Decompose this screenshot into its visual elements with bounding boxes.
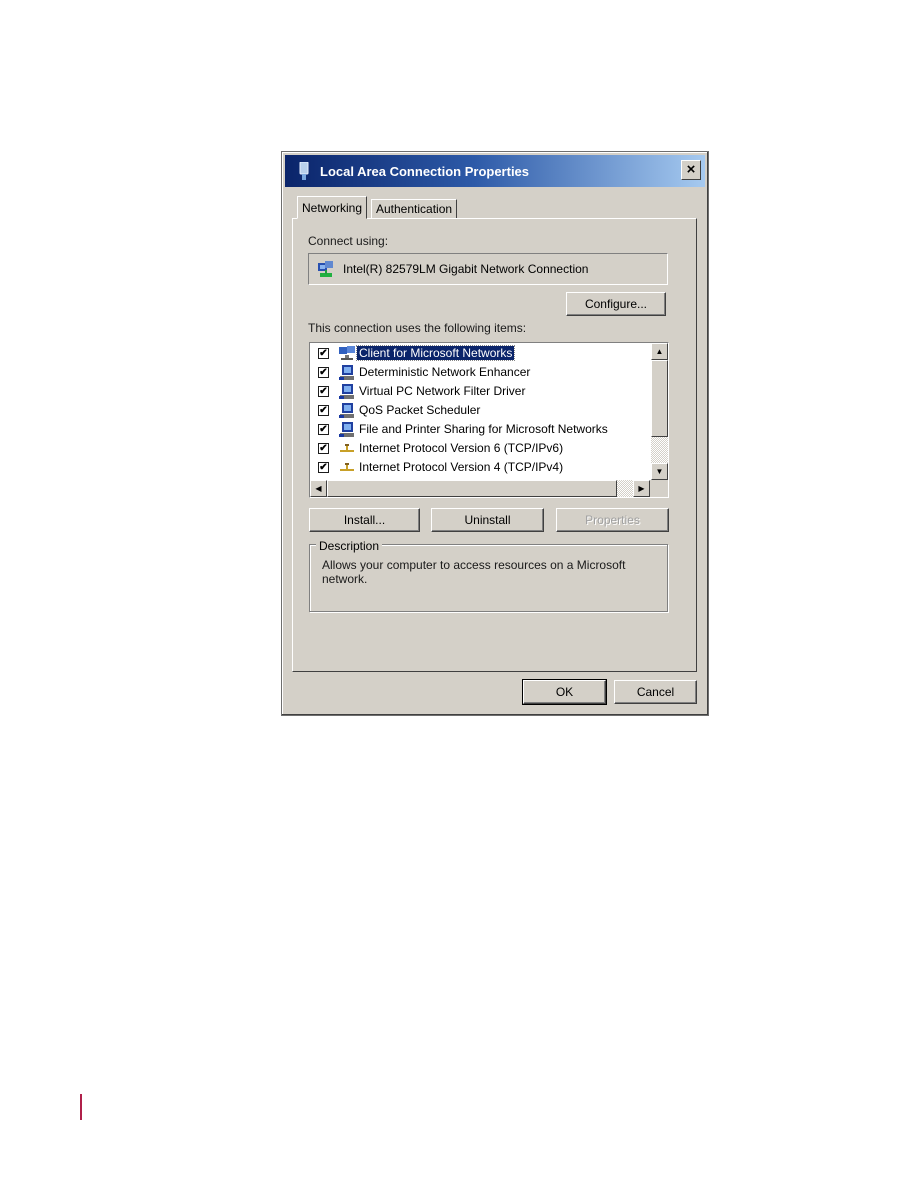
item-checkbox[interactable]: ✔ xyxy=(318,462,329,473)
cancel-button[interactable]: Cancel xyxy=(614,680,697,704)
item-label: Internet Protocol Version 4 (TCP/IPv4) xyxy=(359,460,564,474)
computer-service-icon xyxy=(339,384,354,399)
protocol-icon xyxy=(340,444,354,452)
item-checkbox[interactable]: ✔ xyxy=(318,405,329,416)
adapter-field: Intel(R) 82579LM Gigabit Network Connect… xyxy=(308,253,668,285)
vertical-scroll-thumb[interactable] xyxy=(651,360,668,437)
configure-button[interactable]: Configure... xyxy=(566,292,666,316)
item-checkbox[interactable]: ✔ xyxy=(318,443,329,454)
items-label: This connection uses the following items… xyxy=(308,321,527,335)
computer-service-icon xyxy=(339,422,354,437)
description-text: Allows your computer to access resources… xyxy=(322,558,626,586)
uninstall-button[interactable]: Uninstall xyxy=(431,508,544,532)
list-item[interactable]: ✔ Deterministic Network Enhancer xyxy=(310,363,650,382)
computer-service-icon xyxy=(339,403,354,418)
item-label: Deterministic Network Enhancer xyxy=(359,365,531,379)
scroll-right-button[interactable]: ▶ xyxy=(633,480,650,497)
list-item[interactable]: ✔ Virtual PC Network Filter Driver xyxy=(310,382,650,401)
list-item[interactable]: ✔ QoS Packet Scheduler xyxy=(310,401,650,420)
properties-dialog: Local Area Connection Properties × Netwo… xyxy=(281,151,709,716)
connect-using-label: Connect using: xyxy=(308,234,389,248)
list-item[interactable]: ✔ Internet Protocol Version 6 (TCP/IPv6) xyxy=(310,439,650,458)
list-item[interactable]: ✔ File and Printer Sharing for Microsoft … xyxy=(310,420,650,439)
item-label: File and Printer Sharing for Microsoft N… xyxy=(359,422,608,436)
item-checkbox[interactable]: ✔ xyxy=(318,424,329,435)
item-checkbox[interactable]: ✔ xyxy=(318,386,329,397)
description-legend: Description xyxy=(316,539,383,553)
scroll-down-button[interactable]: ▼ xyxy=(651,463,668,480)
item-checkbox[interactable]: ✔ xyxy=(318,367,329,378)
components-list[interactable]: ✔ Client for Microsoft Networks ✔ Determini… xyxy=(309,342,669,498)
vertical-scrollbar[interactable]: ▲ ▼ xyxy=(651,343,668,480)
page-margin-rule xyxy=(80,1094,82,1120)
item-checkbox[interactable]: ✔ xyxy=(318,348,329,359)
network-adapter-icon xyxy=(299,162,309,180)
list-item[interactable]: ✔ Client for Microsoft Networks xyxy=(310,344,650,363)
tab-networking[interactable]: Networking xyxy=(297,196,368,219)
network-client-icon xyxy=(339,346,355,360)
horizontal-scroll-thumb[interactable] xyxy=(327,480,617,497)
horizontal-scrollbar[interactable]: ◀ ▶ xyxy=(310,480,650,497)
adapter-name: Intel(R) 82579LM Gigabit Network Connect… xyxy=(343,262,589,276)
scroll-up-button[interactable]: ▲ xyxy=(651,343,668,360)
item-label: Client for Microsoft Networks xyxy=(355,345,516,361)
install-button[interactable]: Install... xyxy=(309,508,420,532)
protocol-icon xyxy=(340,463,354,471)
scrollbar-corner xyxy=(650,480,668,497)
dialog-title: Local Area Connection Properties xyxy=(320,164,530,179)
close-button[interactable]: × xyxy=(681,160,701,180)
computer-service-icon xyxy=(339,365,354,380)
properties-button[interactable]: Properties xyxy=(556,508,669,532)
item-label: Virtual PC Network Filter Driver xyxy=(359,384,526,398)
ok-button[interactable]: OK xyxy=(522,679,607,705)
scroll-left-button[interactable]: ◀ xyxy=(310,480,327,497)
item-label: QoS Packet Scheduler xyxy=(359,403,481,417)
network-connection-icon xyxy=(318,261,333,277)
title-bar[interactable]: Local Area Connection Properties × xyxy=(285,155,705,187)
item-label: Internet Protocol Version 6 (TCP/IPv6) xyxy=(359,441,564,455)
tab-authentication[interactable]: Authentication xyxy=(371,199,458,219)
list-item[interactable]: ✔ Internet Protocol Version 4 (TCP/IPv4) xyxy=(310,458,650,477)
